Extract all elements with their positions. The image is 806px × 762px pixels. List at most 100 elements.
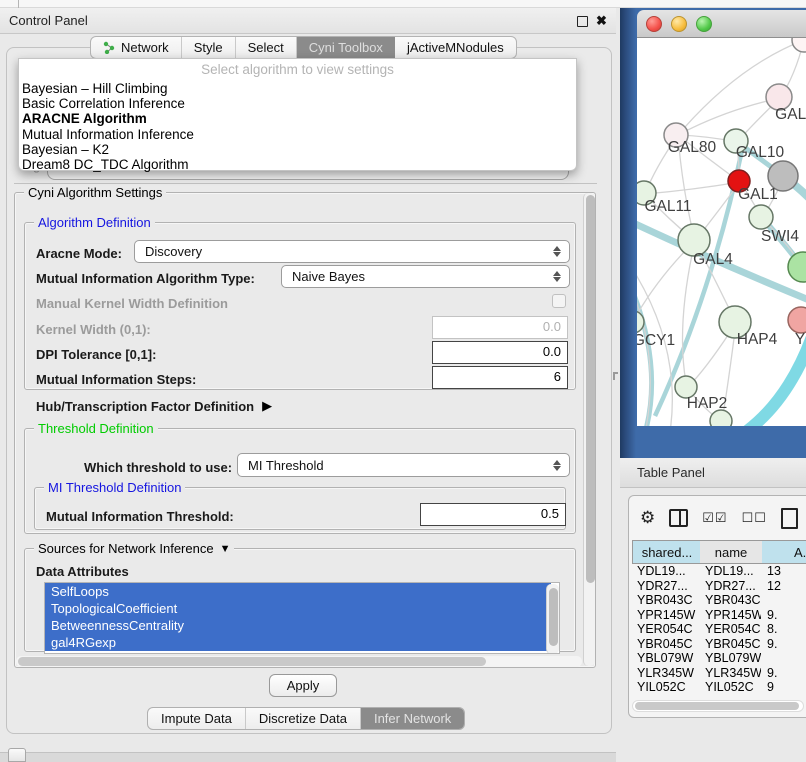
settings-vertical-scrollbar[interactable] [583,193,595,666]
network-node[interactable] [710,410,732,426]
algorithm-option[interactable]: Basic Correlation Inference [19,96,576,111]
tab-cyni-toolbox-label: Cyni Toolbox [309,40,383,55]
table-cell[interactable]: YDR27... [637,579,699,593]
zoom-traffic-light[interactable] [696,16,712,32]
collapse-down-icon: ▼ [220,543,231,555]
which-threshold-label: Which threshold to use: [84,460,232,475]
new-table-icon[interactable] [781,508,798,529]
table-cell[interactable]: YBR045C [637,637,699,651]
table-cell[interactable]: 13 [767,564,806,578]
table-cell[interactable]: YLR345W [705,666,761,680]
settings-horizontal-scrollbar[interactable] [16,656,582,667]
table-cell[interactable]: YIL052C [637,680,699,694]
select-all-attributes-icon[interactable]: ☑☑ [702,510,727,526]
collapsed-panel-button[interactable] [8,748,26,762]
table-cell[interactable]: 9. [767,608,806,622]
network-node[interactable] [792,38,806,52]
table-cell[interactable]: YDL19... [637,564,699,578]
algorithm-option[interactable]: Bayesian – Hill Climbing [19,81,576,96]
table-horizontal-scrollbar[interactable] [632,700,804,712]
float-panel-button[interactable] [577,16,588,27]
table-panel-titlebar: Table Panel [620,458,806,488]
column-header[interactable]: A... [762,540,806,564]
splitter-handle[interactable] [613,372,618,380]
table-cell[interactable]: YBL079W [637,651,699,665]
tab-impute-data[interactable]: Impute Data [148,708,246,729]
control-panel-titlebar: Control Panel [0,8,616,34]
attributes-scrollbar[interactable] [546,584,559,654]
spinner-arrows-icon [553,271,561,282]
apply-button[interactable]: Apply [269,674,337,697]
algorithm-option[interactable]: Dream8 DC_TDC Algorithm [19,157,576,172]
table-cell[interactable]: YER054C [637,622,699,636]
gear-icon[interactable]: ⚙ [640,508,655,528]
kernel-width-field[interactable]: 0.0 [432,316,568,339]
tab-infer-network[interactable]: Infer Network [361,708,464,729]
mi-algorithm-type-select[interactable]: Naive Bayes [281,265,570,288]
unselect-all-attributes-icon[interactable]: ☐☐ [742,510,767,526]
algorithm-option[interactable]: Bayesian – K2 [19,142,576,157]
tab-style[interactable]: Style [182,37,236,58]
network-edge[interactable] [637,273,672,426]
table-cell[interactable]: YDL19... [705,564,761,578]
data-attribute-item[interactable]: TopologicalCoefficient [45,600,551,617]
tab-select[interactable]: Select [236,37,297,58]
minimize-traffic-light[interactable] [671,16,687,32]
table-hscroll-thumb[interactable] [635,702,799,710]
sources-title-wrap[interactable]: Sources for Network Inference ▼ [34,541,234,556]
tab-jactivemnodules[interactable]: jActiveMNodules [395,37,516,58]
network-window-titlebar[interactable] [637,10,806,38]
aracne-mode-label: Aracne Mode: [36,246,122,261]
table-cell[interactable]: YBR043C [705,593,761,607]
network-edge[interactable] [645,182,740,194]
data-attribute-item[interactable]: gal4RGexp [45,634,551,651]
table-cell[interactable]: 9 [767,680,806,694]
algorithm-option[interactable]: ARACNE Algorithm [19,111,576,126]
tab-cyni-toolbox[interactable]: Cyni Toolbox [297,37,395,58]
network-edge[interactable] [678,98,780,135]
close-panel-button[interactable]: ✖ [596,14,607,27]
aracne-mode-select[interactable]: Discovery [134,240,570,263]
attributes-scrollbar-thumb[interactable] [549,588,558,646]
table-cell[interactable]: YBL079W [705,651,761,665]
table-cell[interactable]: YIL052C [705,680,761,694]
hub-definition-toggle[interactable]: Hub/Transcription Factor Definition ▶ [36,398,272,414]
top-dock-strip [0,0,806,8]
column-browser-icon[interactable] [669,509,688,527]
settings-hscroll-thumb[interactable] [18,657,486,666]
table-cell[interactable]: 9. [767,637,806,651]
threshold-definition-title: Threshold Definition [34,421,158,436]
network-node-swi4[interactable] [749,205,773,229]
manual-kernel-width-checkbox[interactable] [552,294,566,308]
table-cell[interactable]: YPR145W [637,608,699,622]
mi-threshold-group-title: MI Threshold Definition [44,480,185,495]
column-header[interactable]: name [700,540,763,564]
settings-vscroll-thumb[interactable] [586,195,595,583]
network-canvas[interactable]: GAL2GAL80GAL10GAL1GAL11SWI4GAL4GCY1HAP4Y… [637,38,806,426]
table-cell[interactable]: 12 [767,579,806,593]
table-cell[interactable]: 9. [767,666,806,680]
mi-threshold-field[interactable]: 0.5 [420,503,566,526]
table-cell[interactable]: YBR045C [705,637,761,651]
node-label: Y [795,331,805,348]
data-attribute-item[interactable]: BetweennessCentrality [45,617,551,634]
algorithm-option[interactable]: Mutual Information Inference [19,127,576,142]
table-cell[interactable]: YBR043C [637,593,699,607]
hub-definition-label: Hub/Transcription Factor Definition [36,399,254,414]
table-cell[interactable]: 8. [767,622,806,636]
tab-network[interactable]: Network [91,37,182,58]
table-cell[interactable]: YLR345W [637,666,699,680]
network-node-y[interactable] [788,307,806,333]
tab-discretize-data[interactable]: Discretize Data [246,708,361,729]
dpi-tolerance-field[interactable]: 0.0 [432,341,568,364]
table-toolbar: ⚙ ☑☑ ☐☐ [640,505,798,531]
manual-kernel-width-label: Manual Kernel Width Definition [36,296,228,311]
table-cell[interactable]: YDR27... [705,579,761,593]
which-threshold-select[interactable]: MI Threshold [237,453,570,477]
close-traffic-light[interactable] [646,16,662,32]
table-cell[interactable]: YPR145W [705,608,761,622]
table-cell[interactable]: YER054C [705,622,761,636]
mi-steps-field[interactable]: 6 [432,366,568,389]
data-attribute-item[interactable]: SelfLoops [45,583,551,600]
column-header[interactable]: shared... [632,540,702,564]
